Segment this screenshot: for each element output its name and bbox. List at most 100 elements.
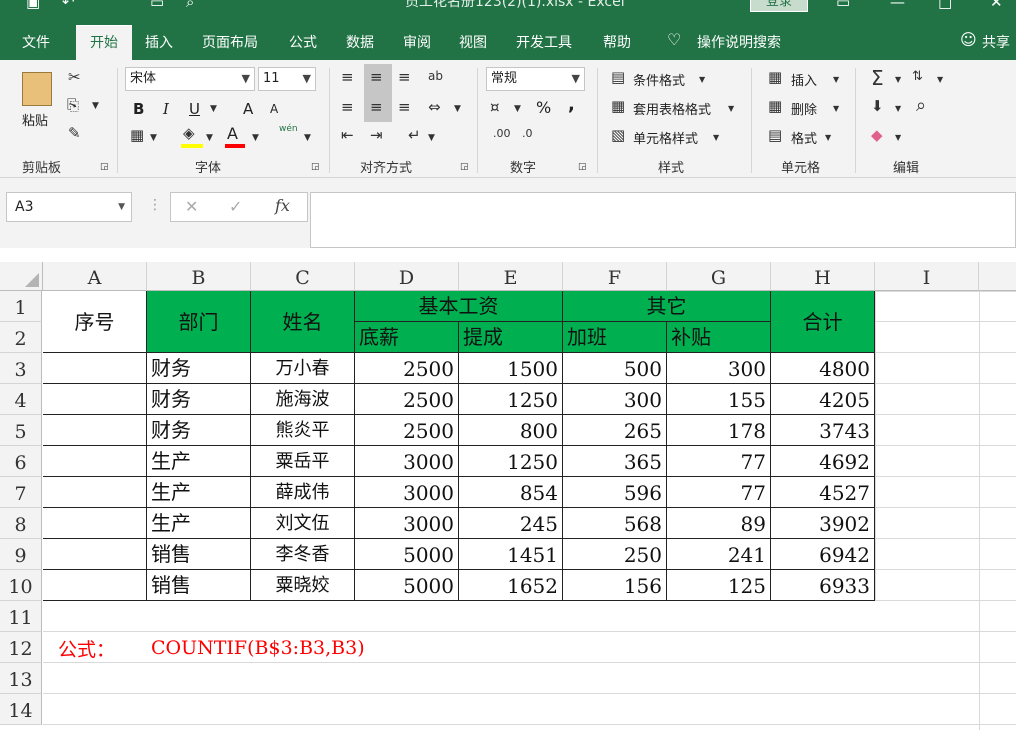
chevron-down-icon[interactable]: ▼ [210, 105, 217, 114]
cell-allowance[interactable]: 77 [667, 446, 771, 477]
header-cell-basic-salary[interactable]: 基本工资 [355, 291, 563, 322]
tell-me-search[interactable]: 操作说明搜索 [697, 32, 781, 52]
merge-center-icon[interactable]: ⇔ [428, 100, 441, 115]
cell-total[interactable]: 4527 [771, 477, 875, 508]
close-icon[interactable]: ✕ [990, 0, 1003, 11]
undo-icon[interactable]: ↶ [62, 0, 75, 11]
cell-a8[interactable] [43, 508, 147, 539]
header-cell-total[interactable]: 合计 [771, 291, 875, 353]
worksheet-grid[interactable]: A B C D E F G H I 1 2 3 4 5 6 7 8 9 10 1… [0, 262, 1016, 730]
align-center-icon[interactable]: ≡ [370, 100, 383, 115]
cut-icon[interactable]: ✂ [68, 70, 81, 85]
header-cell-name[interactable]: 姓名 [251, 291, 355, 353]
cell-total[interactable]: 4205 [771, 384, 875, 415]
format-painter-icon[interactable]: ✎ [68, 126, 81, 141]
cell-base[interactable]: 2500 [355, 353, 459, 384]
tab-insert[interactable]: 插入 [145, 32, 173, 52]
cell-base[interactable]: 5000 [355, 570, 459, 601]
header-cell-dept[interactable]: 部门 [147, 291, 251, 353]
cell-commission[interactable]: 800 [459, 415, 563, 446]
cell-name[interactable]: 熊炎平 [251, 415, 355, 446]
percent-button[interactable]: % [536, 98, 551, 117]
align-right-icon[interactable]: ≡ [398, 100, 411, 115]
row-header-5[interactable]: 5 [0, 415, 42, 446]
cell-commission[interactable]: 1250 [459, 384, 563, 415]
tab-view[interactable]: 视图 [459, 32, 487, 52]
decrease-indent-icon[interactable]: ⇤ [341, 128, 354, 143]
row-header-6[interactable]: 6 [0, 446, 42, 477]
number-format-combo[interactable]: 常规 ▼ [486, 67, 585, 91]
dialog-launcher-icon[interactable]: ◲ [460, 163, 469, 172]
column-header-a[interactable]: A [43, 262, 147, 291]
cell-overtime[interactable]: 500 [563, 353, 667, 384]
cell-allowance[interactable]: 300 [667, 353, 771, 384]
row-header-2[interactable]: 2 [0, 322, 42, 353]
increase-decimal-icon[interactable]: .00 [493, 128, 511, 139]
row-header-12[interactable]: 12 [0, 632, 42, 663]
row-header-7[interactable]: 7 [0, 477, 42, 508]
borders-icon[interactable]: ▦ [130, 128, 144, 143]
chevron-down-icon[interactable]: ▼ [428, 134, 435, 143]
tab-data[interactable]: 数据 [346, 32, 374, 52]
cell-a7[interactable] [43, 477, 147, 508]
row-header-11[interactable]: 11 [0, 601, 42, 632]
cell-name[interactable]: 薛成伟 [251, 477, 355, 508]
chevron-down-icon[interactable]: ▼ [304, 134, 311, 143]
cell-total[interactable]: 6933 [771, 570, 875, 601]
tab-developer[interactable]: 开发工具 [516, 32, 572, 52]
cell-dept[interactable]: 销售 [147, 539, 251, 570]
column-header-e[interactable]: E [459, 262, 563, 291]
cell-total[interactable]: 6942 [771, 539, 875, 570]
cell-commission[interactable]: 1652 [459, 570, 563, 601]
cell-allowance[interactable]: 155 [667, 384, 771, 415]
cell-total[interactable]: 3743 [771, 415, 875, 446]
font-size-combo[interactable]: 11 ▼ [258, 67, 316, 91]
wrap-text-icon[interactable]: ↵ [408, 128, 421, 143]
chevron-down-icon[interactable]: ▼ [454, 105, 461, 114]
row-header-1[interactable]: 1 [0, 291, 42, 322]
phonetic-button[interactable]: wén [279, 124, 298, 134]
column-header-d[interactable]: D [355, 262, 459, 291]
chevron-down-icon[interactable]: ▼ [895, 76, 901, 84]
tab-home[interactable]: 开始 [76, 25, 132, 60]
cell-a3[interactable] [43, 353, 147, 384]
maximize-icon[interactable]: □ [938, 0, 952, 11]
column-header-i[interactable]: I [875, 262, 979, 291]
cell-commission[interactable]: 854 [459, 477, 563, 508]
chevron-down-icon[interactable]: ▼ [118, 193, 125, 221]
header-cell-overtime[interactable]: 加班 [563, 322, 667, 353]
cell-name[interactable]: 粟岳平 [251, 446, 355, 477]
insert-cells-button[interactable]: 插入 [791, 70, 817, 89]
fill-color-icon[interactable]: ◈ [183, 126, 195, 141]
cell-commission[interactable]: 1500 [459, 353, 563, 384]
cell-overtime[interactable]: 365 [563, 446, 667, 477]
cell-overtime[interactable]: 596 [563, 477, 667, 508]
cell-dept[interactable]: 财务 [147, 415, 251, 446]
paste-icon[interactable] [22, 72, 52, 106]
chevron-down-icon[interactable]: ▼ [728, 105, 734, 113]
align-middle-icon[interactable]: ≡ [370, 70, 383, 85]
italic-button[interactable]: I [163, 100, 169, 118]
cell-commission[interactable]: 1451 [459, 539, 563, 570]
name-box[interactable]: A3 ▼ [6, 192, 132, 222]
cell-name[interactable]: 万小春 [251, 353, 355, 384]
cell-dept[interactable]: 生产 [147, 508, 251, 539]
ribbon-display-icon[interactable]: ▭ [836, 0, 850, 11]
cell-dept[interactable]: 生产 [147, 477, 251, 508]
cell-total[interactable]: 4692 [771, 446, 875, 477]
align-top-icon[interactable]: ≡ [341, 70, 354, 85]
cell-base[interactable]: 3000 [355, 477, 459, 508]
sort-filter-icon[interactable]: ⇅ [912, 70, 923, 83]
cell-base[interactable]: 5000 [355, 539, 459, 570]
header-cell-allowance[interactable]: 补贴 [667, 322, 771, 353]
autosum-icon[interactable]: Σ [871, 68, 884, 88]
cell-a5[interactable] [43, 415, 147, 446]
currency-icon[interactable]: ¤ [490, 100, 500, 115]
header-cell-base[interactable]: 底薪 [355, 322, 459, 353]
cell-a6[interactable] [43, 446, 147, 477]
cell-a10[interactable] [43, 570, 147, 601]
row-header-4[interactable]: 4 [0, 384, 42, 415]
chevron-down-icon[interactable]: ▼ [895, 134, 901, 142]
cell-allowance[interactable]: 125 [667, 570, 771, 601]
chevron-down-icon[interactable]: ▼ [895, 105, 901, 113]
